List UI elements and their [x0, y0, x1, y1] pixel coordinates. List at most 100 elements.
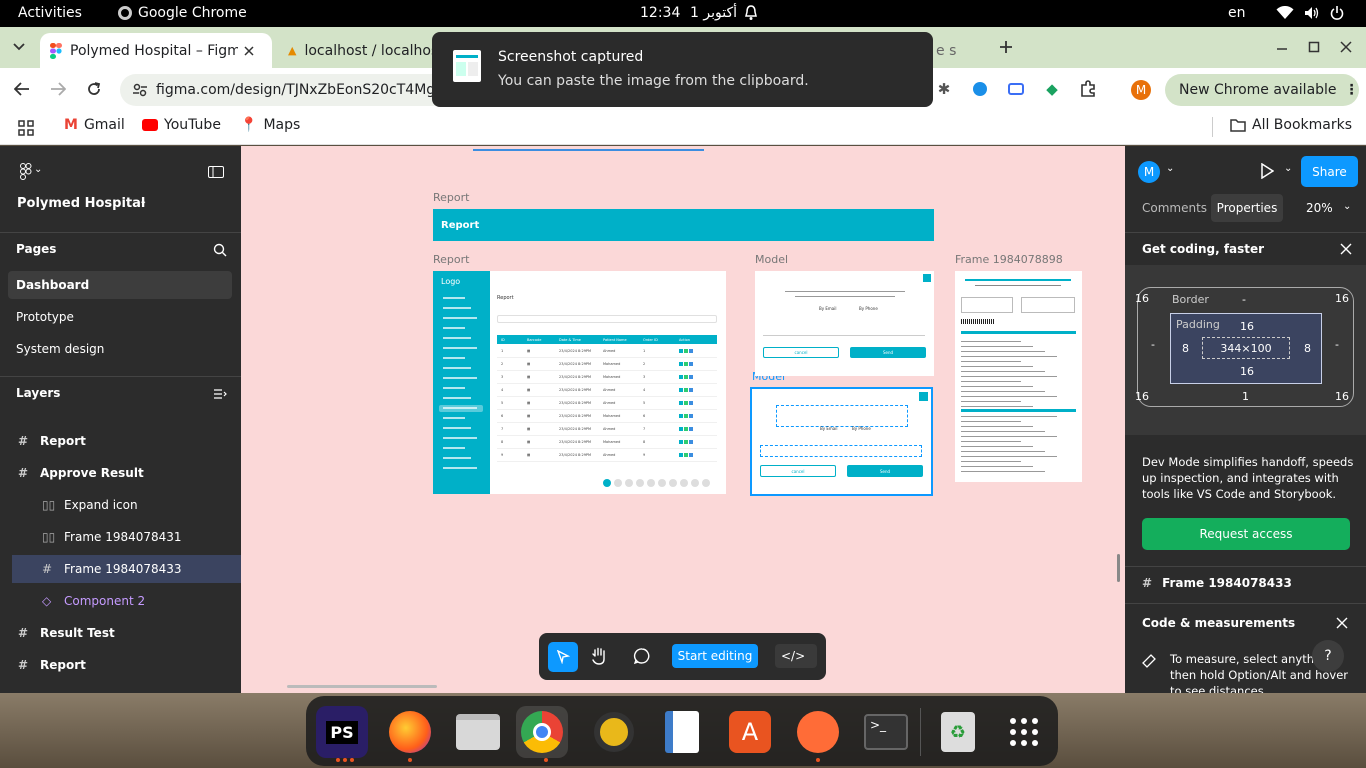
collapse-layers-icon[interactable] — [210, 384, 230, 404]
layer-component-2[interactable]: ◇ Component 2 — [0, 587, 241, 615]
layer-approve-result[interactable]: # Approve Result — [0, 459, 241, 487]
all-bookmarks-button[interactable]: All Bookmarks — [1230, 117, 1352, 133]
apps-grid-icon[interactable] — [16, 118, 36, 138]
chevron-down-icon[interactable]: ⌄ — [34, 164, 42, 175]
present-play-icon[interactable] — [1260, 163, 1274, 179]
layer-result-test[interactable]: # Result Test — [0, 619, 241, 647]
model-frame-selected[interactable]: By Email By Phone cancel Send — [750, 387, 933, 496]
app-grid-icon[interactable] — [998, 706, 1050, 758]
new-chrome-available-button[interactable]: New Chrome available ⋮ — [1165, 74, 1359, 106]
search-pages-icon[interactable] — [210, 240, 230, 260]
start-editing-button[interactable]: Start editing — [672, 644, 758, 668]
back-icon[interactable] — [12, 79, 32, 99]
avatar-chevron-icon[interactable]: ⌄ — [1166, 163, 1174, 174]
request-access-button[interactable]: Request access — [1142, 518, 1350, 550]
page-item-dashboard[interactable]: Dashboard — [8, 271, 232, 299]
phpstorm-icon[interactable]: PS — [316, 706, 368, 758]
move-tool-icon[interactable] — [548, 642, 578, 672]
notification-bell-icon[interactable] — [744, 5, 758, 21]
tab-localhost[interactable]: ▲ localhost / localhost — [278, 33, 434, 68]
keyboard-language[interactable]: en — [1228, 5, 1246, 21]
frame-label-report[interactable]: Report — [433, 253, 469, 266]
frame-label-report-top[interactable]: Report — [433, 191, 469, 204]
lab-text-line — [961, 466, 1033, 467]
app-center-icon[interactable]: A — [724, 706, 776, 758]
bookmark-youtube[interactable]: YouTube — [142, 117, 221, 133]
clock[interactable]: 12:34 — [640, 5, 680, 21]
close-window-icon[interactable] — [1336, 37, 1356, 57]
volume-icon[interactable] — [1304, 6, 1320, 20]
hand-tool-icon[interactable] — [589, 646, 609, 666]
toggle-sidebar-icon[interactable] — [206, 162, 226, 182]
tab-properties[interactable]: Properties — [1211, 194, 1283, 222]
date[interactable]: 1 أكتوبر — [690, 5, 737, 21]
forward-icon[interactable] — [48, 79, 68, 99]
profile-avatar[interactable]: M — [1131, 80, 1151, 100]
user-avatar[interactable]: M — [1138, 161, 1160, 183]
bookmark-gmail[interactable]: M Gmail — [64, 117, 125, 133]
zoom-chevron-icon[interactable]: ⌄ — [1343, 201, 1351, 212]
extension-figma-icon[interactable]: ✱ — [934, 79, 954, 99]
layer-frame-1984078431[interactable]: ▯▯ Frame 1984078431 — [0, 523, 241, 551]
extension-vpn-icon[interactable]: ◆ — [1042, 79, 1062, 99]
help-button[interactable]: ? — [1312, 640, 1344, 672]
power-icon[interactable] — [1330, 5, 1344, 21]
page-item-prototype[interactable]: Prototype — [0, 303, 241, 331]
present-chevron-icon[interactable]: ⌄ — [1284, 163, 1292, 174]
horizontal-scrollbar[interactable] — [287, 685, 437, 688]
report-frame[interactable]: Logo Report ID Barcode Date & Time Patie… — [433, 271, 726, 494]
frame-label-model[interactable]: Model — [755, 253, 788, 266]
screenshot-notification[interactable]: Screenshot captured You can paste the im… — [432, 32, 933, 107]
share-button[interactable]: Share — [1301, 156, 1358, 187]
extension-record-icon[interactable] — [1006, 79, 1026, 99]
minimize-icon[interactable] — [1272, 37, 1292, 57]
close-banner-icon[interactable] — [1336, 239, 1356, 259]
page-item-system-design[interactable]: System design — [0, 335, 241, 363]
site-info-icon[interactable] — [132, 82, 148, 98]
close-code-panel-icon[interactable] — [1332, 613, 1352, 633]
reload-icon[interactable] — [84, 79, 104, 99]
tab-title: e s — [936, 42, 957, 59]
file-menu-chevron-icon[interactable]: ⌄ — [139, 196, 147, 207]
bookmark-maps[interactable]: 📍 Maps — [240, 117, 300, 133]
layer-expand-icon[interactable]: ▯▯ Expand icon — [0, 491, 241, 519]
lab-text-line — [961, 351, 1045, 352]
firefox-icon[interactable] — [384, 706, 436, 758]
layer-report-2[interactable]: # Report — [0, 651, 241, 679]
wifi-icon[interactable] — [1276, 6, 1294, 20]
frame-label-frame[interactable]: Frame 1984078898 — [955, 253, 1063, 266]
tab-search-icon[interactable] — [9, 37, 29, 57]
vertical-scrollbar[interactable] — [1117, 554, 1120, 582]
trash-icon[interactable]: ♻ — [932, 706, 984, 758]
comment-tool-icon[interactable] — [633, 647, 651, 665]
tab-comments[interactable]: Comments — [1142, 201, 1207, 215]
zoom-level[interactable]: 20% — [1306, 201, 1333, 215]
layer-frame-1984078433-selected[interactable]: # Frame 1984078433 — [12, 555, 241, 583]
figma-canvas[interactable]: Report Report Report Model Frame 1984078… — [241, 146, 1125, 693]
new-tab-icon[interactable] — [996, 37, 1016, 57]
close-tab-icon[interactable] — [244, 45, 254, 56]
maximize-icon[interactable] — [1304, 37, 1324, 57]
extension-edge-icon[interactable] — [970, 79, 990, 99]
model-frame[interactable]: By Email By Phone cancel Send — [755, 271, 934, 376]
tab-figma[interactable]: Polymed Hospital – Figma — [40, 33, 272, 68]
layer-report[interactable]: # Report — [0, 427, 241, 455]
figma-main-menu-icon[interactable] — [16, 162, 36, 182]
extensions-puzzle-icon[interactable] — [1078, 79, 1098, 99]
tab-partial[interactable]: e s — [926, 33, 978, 68]
lab-report-frame[interactable] — [955, 271, 1082, 482]
postman-icon[interactable] — [792, 706, 844, 758]
document-viewer-icon[interactable] — [656, 706, 708, 758]
terminal-icon[interactable]: >_ — [860, 706, 912, 758]
address-bar[interactable]: figma.com/design/TJNxZbEonS20cT4MgZcd — [120, 74, 440, 106]
rhythmbox-icon[interactable] — [588, 706, 640, 758]
report-table-body: 1 ▦ 23/4/2024 8:29PM Ahmed 1 2 ▦ 23/4/2024 8:29… — [497, 345, 717, 462]
file-name[interactable]: Polymed Hospital — [17, 196, 145, 211]
dev-mode-toggle[interactable]: </> — [775, 644, 817, 668]
files-icon[interactable] — [452, 706, 504, 758]
activities-button[interactable]: Activities — [18, 5, 82, 21]
lab-text-line — [961, 396, 1057, 397]
active-app-menu[interactable]: Google Chrome — [118, 5, 247, 21]
chrome-icon[interactable] — [516, 706, 568, 758]
report-banner[interactable]: Report — [433, 209, 934, 241]
